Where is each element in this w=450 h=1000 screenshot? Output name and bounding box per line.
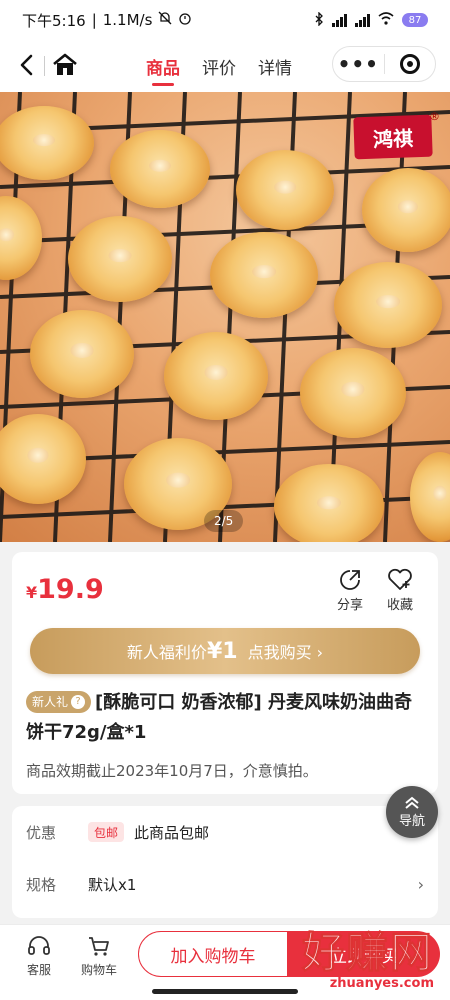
newbie-gift-tag[interactable]: 新人礼? [26,691,92,713]
home-button[interactable] [50,50,80,80]
cookie [236,150,334,230]
cookie [110,130,210,208]
status-separator: | [91,11,97,29]
tab-reviews[interactable]: 评价 [202,40,236,92]
nav-bar: 商品 评价 详情 ••• [0,40,450,92]
product-price: ¥19.9 [26,574,104,605]
newcomer-price-button[interactable]: 新人福利价¥1 点我购买 › [30,628,420,674]
cookie [68,216,172,302]
double-chevron-up-icon [405,796,419,809]
heart-icon [388,568,412,590]
home-icon [53,53,77,75]
welfare-action-label: 点我购买 [247,643,312,662]
promo-text: 此商品包邮 [134,823,210,842]
cookie [30,310,134,398]
tab-bar: 商品 评价 详情 [146,40,292,92]
cart-label: 购物车 [80,963,117,977]
welfare-action: 点我购买 › [247,643,324,662]
cart-icon [89,937,109,956]
favorite-button[interactable]: 收藏 [380,568,420,613]
nav-divider [44,56,45,76]
guide-button[interactable]: 导航 [386,786,438,838]
battery-icon: 87 [402,13,428,27]
promo-row[interactable]: 优惠 包邮 此商品包邮 [26,810,424,854]
image-pager: 2/5 [204,510,244,532]
expiry-notice: 商品效期截止2023年10月7日，介意慎拍。 [26,762,318,780]
newbie-tag-label: 新人礼 [32,695,69,709]
brand-logo: 鸿祺 [353,114,433,160]
mute-icon [158,11,172,29]
welfare-prefix: 新人福利价 [126,642,207,662]
question-icon: ? [71,695,86,709]
close-miniapp-button[interactable] [384,46,435,82]
spec-value: 默认x1 [88,875,137,894]
signal-icon [332,13,347,27]
tab-details[interactable]: 详情 [258,40,292,92]
welfare-text: 新人福利价¥1 [127,639,238,664]
welfare-price: ¥1 [206,638,238,664]
product-image-carousel[interactable]: 鸿祺 ® 2/5 [0,92,450,542]
chevron-right-icon: › [417,874,424,894]
share-icon [340,570,360,590]
status-bar: 下午5:16 | 1.1M/s 87 [0,0,450,40]
signal-icon-2 [355,13,370,27]
cookie [362,168,450,252]
cookie [300,348,406,438]
buy-now-button[interactable]: 立即购买 [288,931,440,977]
product-info-card: ¥19.9 分享 收藏 新人福利价¥1 点我购买 › 新人礼? [酥脆可口 奶香浓… [12,552,438,794]
customer-service-button[interactable]: 客服 [14,935,64,978]
guide-label: 导航 [398,813,425,829]
favorite-label: 收藏 [386,598,413,613]
home-indicator [152,989,298,994]
spec-row[interactable]: 规格 默认x1 › [26,862,424,906]
share-label: 分享 [336,598,363,613]
miniapp-capsule: ••• [332,46,436,82]
share-button[interactable]: 分享 [330,568,370,613]
status-speed: 1.1M/s [102,11,153,29]
cookie [274,464,384,542]
bottom-action-bar: 客服 购物车 加入购物车 立即购买 [0,924,450,1000]
cart-button[interactable]: 购物车 [74,935,124,978]
add-to-cart-button[interactable]: 加入购物车 [138,931,288,977]
bluetooth-icon [314,10,324,29]
registered-mark: ® [429,110,440,123]
price-value: 19.9 [37,574,104,605]
service-label: 客服 [26,963,51,977]
more-button[interactable]: ••• [333,46,384,82]
product-title-block: 新人礼? [酥脆可口 奶香浓郁] 丹麦风味奶油曲奇饼干72g/盒*1 [26,688,426,748]
target-icon [399,54,420,74]
spec-card: 优惠 包邮 此商品包邮 规格 默认x1 › [12,806,438,918]
cookie [210,232,318,318]
chevron-left-icon [20,54,33,76]
promo-label: 优惠 [26,823,57,842]
wifi-icon [378,12,394,28]
alarm-icon [178,11,192,29]
back-button[interactable] [12,50,40,80]
spec-label: 规格 [26,875,57,894]
cookie [164,332,268,420]
cookie [334,262,442,348]
status-time: 下午5:16 [22,11,86,30]
tab-product[interactable]: 商品 [146,40,180,92]
free-shipping-tag: 包邮 [88,822,125,842]
currency-symbol: ¥ [26,583,38,602]
headset-icon [28,936,50,955]
